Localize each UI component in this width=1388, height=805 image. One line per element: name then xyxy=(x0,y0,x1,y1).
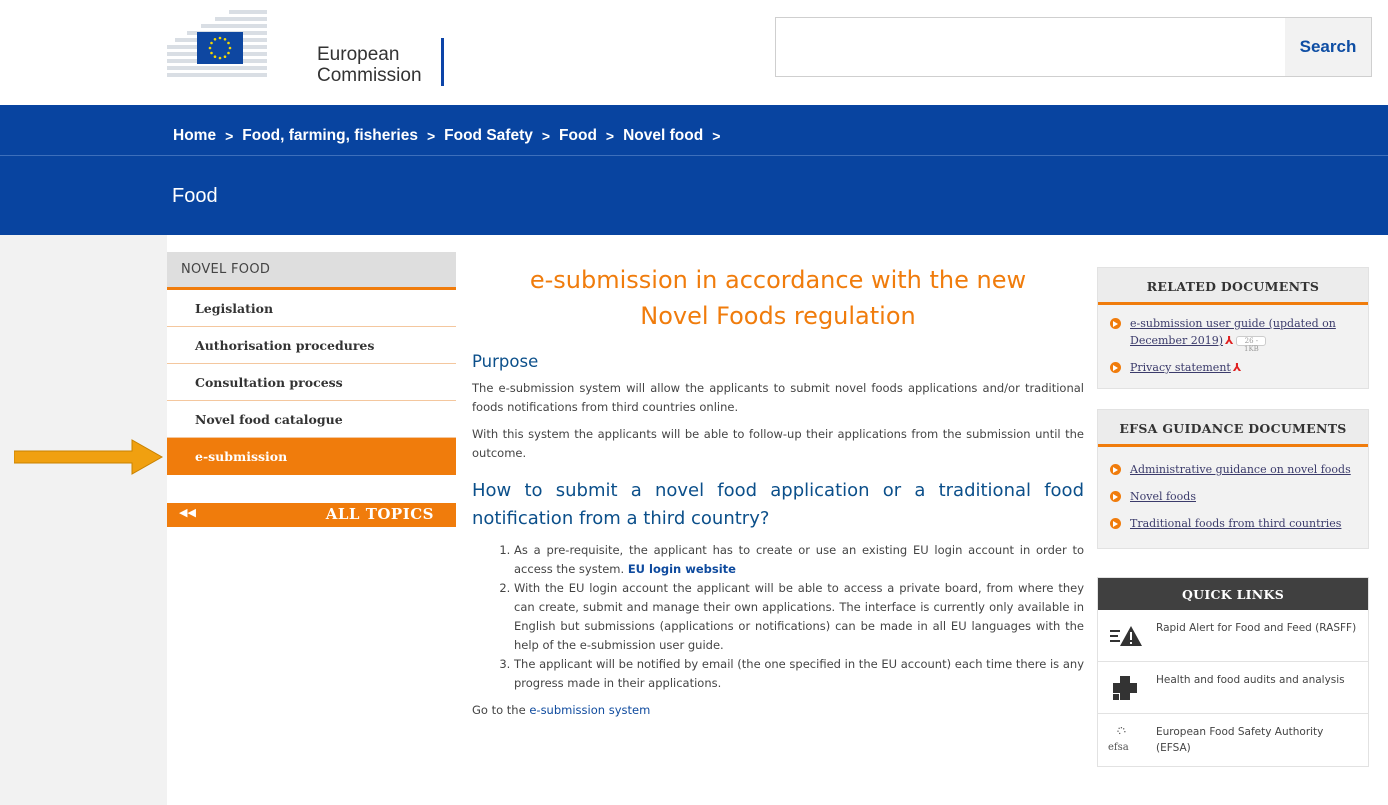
orange-arrow-bullet-icon xyxy=(1110,491,1121,502)
sidebar-heading: NOVEL FOOD xyxy=(167,252,456,290)
pdf-icon: ⅄ xyxy=(1225,334,1234,347)
medical-cross-icon xyxy=(1113,676,1137,700)
efsa-guidance-box: EFSA GUIDANCE DOCUMENTS Administrative g… xyxy=(1097,409,1369,549)
page-section-title: Food xyxy=(172,185,218,207)
list-item: Privacy statement ⅄ xyxy=(1110,359,1356,376)
quick-link-health-food-audits[interactable]: Health and food audits and analysis xyxy=(1098,662,1368,714)
site-header: European Commission Search xyxy=(0,0,1388,105)
go-prefix: Go to the xyxy=(472,703,530,717)
list-item: Novel foods xyxy=(1110,488,1356,505)
administrative-guidance-link[interactable]: Administrative guidance on novel foods xyxy=(1130,463,1351,476)
page-banner: Home > Food, farming, fisheries > Food S… xyxy=(0,105,1388,235)
related-documents-heading: RELATED DOCUMENTS xyxy=(1098,268,1368,305)
traditional-foods-link[interactable]: Traditional foods from third countries xyxy=(1130,517,1341,530)
sidebar-item-e-submission[interactable]: e-submission xyxy=(167,438,456,475)
logo-divider xyxy=(441,38,444,86)
quick-link-label: European Food Safety Authority (EFSA) xyxy=(1156,726,1324,754)
list-item: As a pre-requisite, the applicant has to… xyxy=(514,541,1084,579)
purpose-heading: Purpose xyxy=(472,352,539,371)
efsa-guidance-heading: EFSA GUIDANCE DOCUMENTS xyxy=(1098,410,1368,447)
main-content: e-submission in accordance with the new … xyxy=(472,262,1084,717)
orange-arrow-bullet-icon xyxy=(1110,318,1121,329)
novel-foods-link[interactable]: Novel foods xyxy=(1130,490,1196,503)
sidebar-item-legislation[interactable]: Legislation xyxy=(167,290,456,327)
breadcrumb-food-safety[interactable]: Food Safety xyxy=(444,127,533,145)
page-title-line1: e-submission in accordance with the new xyxy=(529,266,1027,294)
breadcrumb-separator: > xyxy=(225,128,234,144)
orange-arrow-bullet-icon xyxy=(1110,518,1121,529)
page-title-line2: Novel Foods regulation xyxy=(640,302,916,330)
file-size-badge: 26 - 1KB xyxy=(1236,336,1267,353)
list-item: e-submission user guide (updated on Dece… xyxy=(1110,315,1356,353)
double-left-arrow-icon: ◀◀ xyxy=(179,506,196,519)
page-title: e-submission in accordance with the new … xyxy=(472,262,1084,334)
step-text: The applicant will be notified by email … xyxy=(514,657,1084,690)
efsa-logo-text: efsa xyxy=(1108,742,1129,753)
annotation-arrow-icon xyxy=(14,439,164,475)
breadcrumb-separator: > xyxy=(712,128,721,144)
search-input[interactable] xyxy=(776,18,1286,76)
left-gutter xyxy=(0,235,167,805)
list-item: Administrative guidance on novel foods xyxy=(1110,461,1356,478)
breadcrumb-separator: > xyxy=(605,128,615,144)
go-to-system-line: Go to the e-submission system xyxy=(472,703,1084,717)
rasff-alert-icon xyxy=(1110,626,1142,646)
breadcrumb-food-farming-fisheries[interactable]: Food, farming, fisheries xyxy=(242,127,418,145)
list-item: The applicant will be notified by email … xyxy=(514,655,1084,693)
breadcrumb: Home > Food, farming, fisheries > Food S… xyxy=(173,127,729,145)
sidebar-item-novel-food-catalogue[interactable]: Novel food catalogue xyxy=(167,401,456,438)
sidebar-nav: NOVEL FOOD Legislation Authorisation pro… xyxy=(167,252,456,527)
search-box: Search xyxy=(775,17,1372,77)
purpose-paragraph-1: The e-submission system will allow the a… xyxy=(472,381,1084,414)
quick-links-heading: QUICK LINKS xyxy=(1098,578,1368,610)
list-item: Traditional foods from third countries xyxy=(1110,515,1356,532)
breadcrumb-home[interactable]: Home xyxy=(173,127,216,145)
related-documents-box: RELATED DOCUMENTS e-submission user guid… xyxy=(1097,267,1369,389)
banner-divider xyxy=(0,155,1388,156)
all-topics-button[interactable]: ◀◀ ALL TOPICS xyxy=(167,503,456,527)
list-item: With the EU login account the applicant … xyxy=(514,579,1084,655)
logo-text: European Commission xyxy=(317,44,422,86)
breadcrumb-separator: > xyxy=(426,128,436,144)
purpose-paragraph-2: With this system the applicants will be … xyxy=(472,427,1084,460)
european-commission-logo[interactable]: European Commission xyxy=(167,10,457,86)
right-sidebar: RELATED DOCUMENTS e-submission user guid… xyxy=(1097,267,1369,767)
quick-link-rasff[interactable]: Rapid Alert for Food and Feed (RASFF) xyxy=(1098,610,1368,662)
privacy-statement-link[interactable]: Privacy statement xyxy=(1130,361,1231,374)
e-submission-system-link[interactable]: e-submission system xyxy=(529,703,650,717)
quick-link-label: Rapid Alert for Food and Feed (RASFF) xyxy=(1156,622,1357,634)
orange-arrow-bullet-icon xyxy=(1110,362,1121,373)
eu-login-website-link[interactable]: EU login website xyxy=(628,562,736,576)
how-to-submit-heading: How to submit a novel food application o… xyxy=(472,480,1084,529)
quick-link-label: Health and food audits and analysis xyxy=(1156,674,1345,686)
search-button[interactable]: Search xyxy=(1285,18,1371,76)
quick-links-box: QUICK LINKS Rapid Alert for Food and Fee… xyxy=(1097,577,1369,767)
breadcrumb-food[interactable]: Food xyxy=(559,127,597,145)
eu-flag-icon xyxy=(197,32,243,64)
quick-link-efsa[interactable]: efsa European Food Safety Authority (EFS… xyxy=(1098,714,1368,766)
pdf-icon: ⅄ xyxy=(1232,361,1242,374)
step-text: With the EU login account the applicant … xyxy=(514,581,1084,652)
orange-arrow-bullet-icon xyxy=(1110,464,1121,475)
breadcrumb-novel-food[interactable]: Novel food xyxy=(623,127,703,145)
all-topics-label: ALL TOPICS xyxy=(325,505,434,523)
submission-steps-list: As a pre-requisite, the applicant has to… xyxy=(472,541,1084,693)
sidebar-item-consultation-process[interactable]: Consultation process xyxy=(167,364,456,401)
breadcrumb-separator: > xyxy=(541,128,551,144)
sidebar-item-authorisation-procedures[interactable]: Authorisation procedures xyxy=(167,327,456,364)
step-text: As a pre-requisite, the applicant has to… xyxy=(514,543,1084,576)
